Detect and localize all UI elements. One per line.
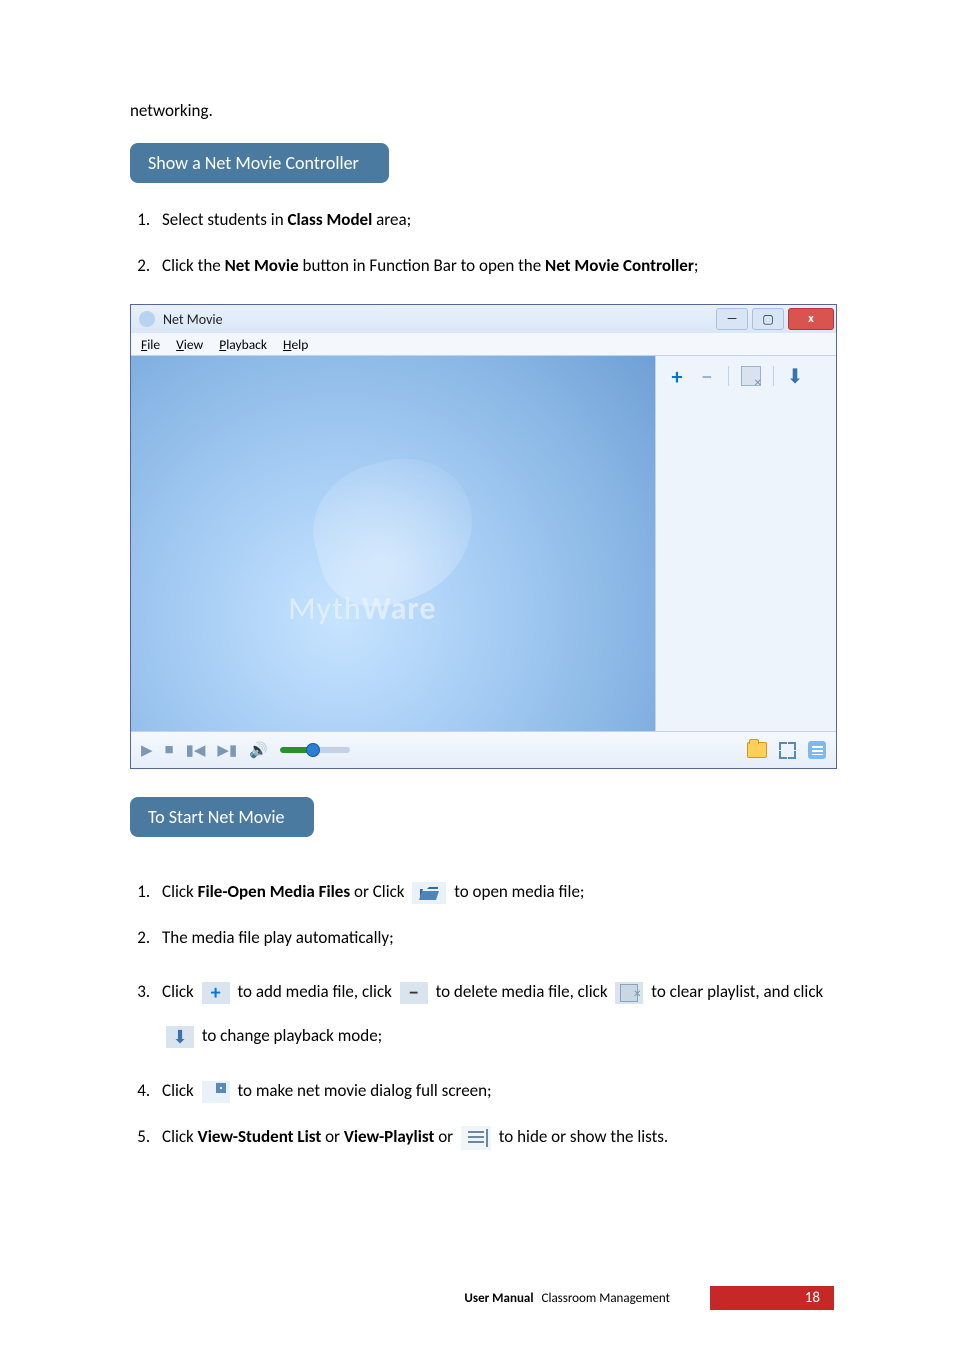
text: area; (372, 209, 411, 230)
plus-icon[interactable]: + (668, 367, 686, 385)
text: Select students in (162, 209, 287, 230)
steps-start-movie: Click File-Open Media Files or Click to … (130, 879, 834, 1170)
page-number: 18 (710, 1286, 834, 1310)
menu-bar: FFileile View Playback Help (131, 333, 836, 356)
app-icon (139, 311, 155, 327)
text: Click the (162, 255, 225, 276)
bold: Class Model (287, 209, 372, 230)
fullscreen-icon (202, 1081, 230, 1103)
playback-mode-icon: ⬇ (166, 1026, 194, 1048)
close-button[interactable]: x (788, 308, 834, 330)
stop-icon[interactable]: ■ (165, 741, 174, 759)
playlist-pane: + − ⬇ (655, 356, 836, 731)
volume-slider[interactable] (280, 747, 350, 753)
bold: Net Movie Controller (545, 255, 694, 276)
minus-icon: − (400, 982, 428, 1004)
menu-file[interactable]: FFileile (141, 336, 160, 353)
plus-icon: + (202, 982, 230, 1004)
footer-classroom-management: Classroom Management (542, 1291, 670, 1306)
net-movie-window: Net Movie — ▢ x FFileile View Playback H… (130, 304, 837, 769)
separator (773, 366, 774, 386)
lead-text: networking. (130, 100, 834, 121)
clear-playlist-icon: ✕ (615, 982, 643, 1004)
player-controls: ▶ ■ ▮◀ ▶▮ 🔊 (131, 731, 836, 768)
brand-text: MythWare (288, 589, 436, 628)
open-folder-icon[interactable] (747, 742, 767, 758)
step-4: Click to make net movie dialog full scre… (154, 1078, 834, 1124)
fullscreen-icon[interactable] (779, 742, 796, 759)
menu-playback[interactable]: Playback (219, 336, 267, 353)
sound-icon[interactable]: 🔊 (249, 741, 268, 760)
previous-icon[interactable]: ▮◀ (186, 741, 206, 760)
step-1: Click File-Open Media Files or Click to … (154, 879, 834, 925)
playback-mode-icon[interactable]: ⬇ (786, 367, 804, 385)
footer-user-manual: User Manual (464, 1291, 533, 1306)
page-footer: User Manual Classroom Management 18 (130, 1286, 834, 1310)
player-pane: MythWare (131, 356, 655, 731)
text: button in Function Bar to open the (299, 255, 545, 276)
list-toggle-icon[interactable] (808, 741, 826, 759)
clear-playlist-icon[interactable] (741, 366, 761, 386)
step-2: Click the Net Movie button in Function B… (154, 253, 834, 299)
minus-icon[interactable]: − (698, 367, 716, 385)
titlebar: Net Movie — ▢ x (131, 305, 836, 333)
next-icon[interactable]: ▶▮ (217, 741, 237, 760)
step-1: Select students in Class Model area; (154, 207, 834, 253)
minimize-button[interactable]: — (716, 308, 748, 330)
menu-view[interactable]: View (176, 336, 203, 353)
bold: Net Movie (225, 255, 299, 276)
step-3: Click + to add media file, click − to de… (154, 970, 834, 1078)
menu-help[interactable]: Help (283, 336, 308, 353)
step-2: The media file play automatically; (154, 925, 834, 971)
open-folder-icon (412, 882, 446, 904)
window-title: Net Movie (163, 311, 223, 328)
text: ; (694, 255, 699, 276)
steps-show-controller: Select students in Class Model area; Cli… (130, 207, 834, 298)
play-icon[interactable]: ▶ (141, 741, 153, 760)
maximize-button[interactable]: ▢ (752, 308, 784, 330)
step-5: Click View-Student List or View-Playlist… (154, 1124, 834, 1170)
separator (728, 366, 729, 386)
section-heading-show-controller: Show a Net Movie Controller (130, 143, 389, 183)
section-heading-start-movie: To Start Net Movie (130, 797, 314, 837)
list-toggle-icon (461, 1126, 491, 1150)
